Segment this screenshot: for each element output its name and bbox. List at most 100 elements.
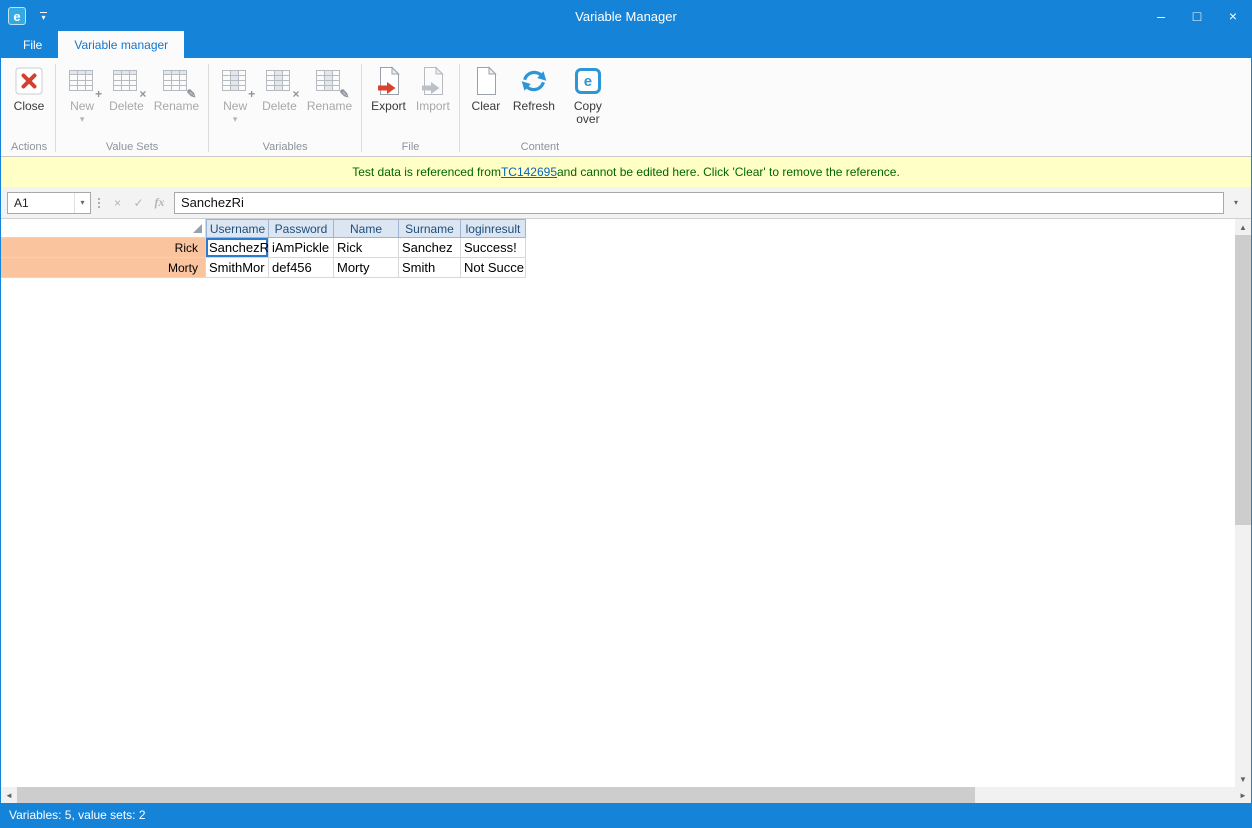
copy-over-button[interactable]: e Copy over: [560, 60, 616, 128]
column-header-name[interactable]: Name: [334, 219, 399, 238]
value-set-grid: Username Password Name Surname loginresu…: [1, 219, 526, 278]
clear-label: Clear: [472, 100, 501, 113]
quick-access-dropdown[interactable]: ▾: [40, 12, 47, 21]
chevron-down-icon: ▾: [233, 115, 238, 124]
delete-variable-button[interactable]: × Delete: [257, 60, 302, 115]
ribbon-group-content: Clear Refresh e: [462, 60, 618, 156]
x-badge-icon: ×: [292, 89, 299, 99]
cell-e2[interactable]: Not Succe: [461, 258, 526, 278]
rename-value-set-label: Rename: [154, 100, 199, 113]
tab-file[interactable]: File: [7, 31, 58, 58]
cell-d1[interactable]: Sanchez: [399, 238, 461, 258]
maximize-button[interactable]: □: [1179, 1, 1215, 31]
cell-c2[interactable]: Morty: [334, 258, 399, 278]
chevron-down-icon: ▾: [80, 115, 85, 124]
cell-b1[interactable]: iAmPickle: [269, 238, 334, 258]
corner-triangle-icon: [193, 224, 202, 233]
ribbon-tab-row: File Variable manager: [1, 31, 1251, 58]
rename-value-set-button[interactable]: ✎ Rename: [149, 60, 204, 115]
table-add-icon: +: [67, 64, 97, 98]
column-rename-icon: ✎: [314, 64, 344, 98]
ribbon-group-variables: + New ▾ ×: [211, 60, 359, 156]
cell-reference: A1: [8, 196, 74, 210]
close-window-button[interactable]: ×: [1215, 1, 1251, 31]
window-title: Variable Manager: [1, 9, 1251, 24]
cell-c1[interactable]: Rick: [334, 238, 399, 258]
refresh-button[interactable]: Refresh: [508, 60, 560, 115]
formula-input[interactable]: [174, 192, 1224, 214]
new-value-set-button[interactable]: + New ▾: [60, 60, 104, 126]
pencil-badge-icon: ✎: [339, 89, 349, 99]
column-header-surname[interactable]: Surname: [399, 219, 461, 238]
import-document-icon: [421, 64, 445, 98]
cell-a1-value: SanchezRi: [209, 240, 269, 255]
cell-e1[interactable]: Success!: [461, 238, 526, 258]
new-variable-button[interactable]: + New ▾: [213, 60, 257, 126]
status-bar: Variables: 5, value sets: 2: [1, 803, 1251, 827]
plus-badge-icon: +: [248, 89, 255, 99]
reference-notice-bar: Test data is referenced from TC142695 an…: [1, 157, 1251, 187]
refresh-icon: [519, 64, 549, 98]
scroll-right-icon[interactable]: ►: [1235, 791, 1251, 800]
column-header-loginresult[interactable]: loginresult: [461, 219, 526, 238]
cell-d2[interactable]: Smith: [399, 258, 461, 278]
scroll-up-icon[interactable]: ▲: [1235, 219, 1251, 235]
cell-a1-selected[interactable]: SanchezRi: [206, 238, 269, 258]
delete-value-set-label: Delete: [109, 100, 144, 113]
import-label: Import: [416, 100, 450, 113]
variable-manager-window: e ▾ Variable Manager – □ × File Variable…: [0, 0, 1252, 828]
column-header-password[interactable]: Password: [269, 219, 334, 238]
copy-over-logo-icon: e: [575, 64, 601, 98]
clear-button[interactable]: Clear: [464, 60, 508, 115]
group-label-value-sets: Value Sets: [60, 140, 204, 156]
spreadsheet-area: Username Password Name Surname loginresu…: [1, 219, 1251, 787]
export-document-icon: [377, 64, 401, 98]
new-variable-label: New: [223, 100, 247, 113]
delete-value-set-button[interactable]: × Delete: [104, 60, 149, 115]
copy-over-label: Copy over: [565, 100, 611, 126]
cell-b2[interactable]: def456: [269, 258, 334, 278]
horizontal-scrollbar[interactable]: ◄ ►: [1, 787, 1251, 803]
horizontal-scroll-thumb[interactable]: [17, 787, 975, 803]
column-add-icon: +: [220, 64, 250, 98]
rename-variable-button[interactable]: ✎ Rename: [302, 60, 357, 115]
select-all-corner-cell[interactable]: [1, 219, 206, 238]
tab-variable-manager[interactable]: Variable manager: [58, 31, 184, 58]
chevron-down-icon: ▾: [41, 14, 45, 21]
row-header-rick[interactable]: Rick: [1, 238, 206, 258]
scroll-left-icon[interactable]: ◄: [1, 791, 17, 800]
cell-name-box[interactable]: A1 ▾: [7, 192, 91, 214]
scroll-down-icon[interactable]: ▼: [1235, 771, 1251, 787]
delete-variable-label: Delete: [262, 100, 297, 113]
formula-bar: A1 ▾ × ✓ fx ▾: [1, 187, 1251, 219]
export-button[interactable]: Export: [366, 60, 411, 115]
import-button[interactable]: Import: [411, 60, 455, 115]
plus-badge-icon: +: [95, 89, 102, 99]
blank-document-icon: [474, 64, 498, 98]
row-header-morty[interactable]: Morty: [1, 258, 206, 278]
testcase-link[interactable]: TC142695: [501, 165, 557, 179]
logo-letter: e: [575, 68, 601, 94]
vertical-scroll-thumb[interactable]: [1235, 235, 1251, 525]
table-delete-icon: ×: [111, 64, 141, 98]
app-logo-icon[interactable]: e: [8, 7, 26, 25]
close-button[interactable]: Close: [7, 60, 51, 115]
grid-row-morty: Morty SmithMor def456 Morty Smith Not Su…: [1, 258, 526, 278]
grid-header-row: Username Password Name Surname loginresu…: [1, 219, 526, 238]
table-rename-icon: ✎: [161, 64, 191, 98]
refresh-label: Refresh: [513, 100, 555, 113]
function-button[interactable]: fx: [149, 193, 170, 213]
ribbon-separator: [361, 64, 362, 152]
accept-entry-button[interactable]: ✓: [128, 193, 149, 213]
group-label-content: Content: [464, 140, 616, 156]
expand-formula-bar-icon[interactable]: ▾: [1227, 192, 1245, 214]
ribbon-separator: [55, 64, 56, 152]
new-value-set-label: New: [70, 100, 94, 113]
cancel-entry-button[interactable]: ×: [107, 193, 128, 213]
column-header-username[interactable]: Username: [206, 219, 269, 238]
name-box-dropdown-icon[interactable]: ▾: [74, 193, 90, 213]
vertical-scrollbar[interactable]: ▲ ▼: [1235, 219, 1251, 787]
minimize-button[interactable]: –: [1143, 1, 1179, 31]
cell-a2[interactable]: SmithMor: [206, 258, 269, 278]
ribbon-group-file: Export Import File: [364, 60, 457, 156]
